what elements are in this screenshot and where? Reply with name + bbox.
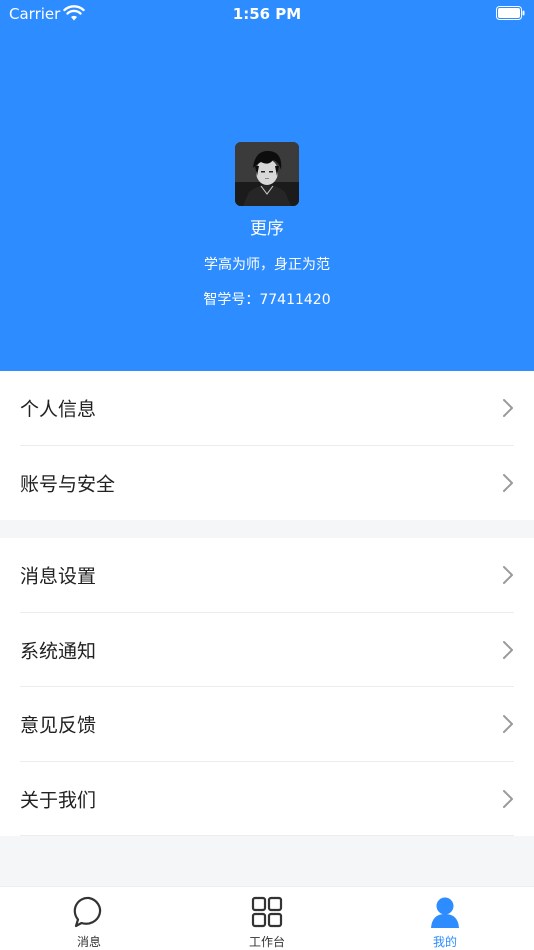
status-bar: Carrier 1:56 PM <box>0 0 534 30</box>
profile-name: 更序 <box>250 219 284 239</box>
menu-item-system-notifications[interactable]: 系统通知 <box>0 613 534 687</box>
divider <box>20 835 514 836</box>
profile-motto: 学高为师，身正为范 <box>204 257 330 273</box>
menu-item-label: 系统通知 <box>20 640 97 663</box>
menu-item-label: 消息设置 <box>20 565 97 588</box>
battery-icon <box>496 6 525 20</box>
chevron-right-icon <box>503 473 513 492</box>
chevron-right-icon <box>503 715 513 734</box>
menu-item-label: 意见反馈 <box>20 714 97 737</box>
menu-item-label: 关于我们 <box>20 789 97 812</box>
tab-label: 我的 <box>432 935 457 949</box>
profile-id: 智学号：77411420 <box>0 289 534 309</box>
profile-header: Carrier 1:56 PM 更序 学高为师，身正为范 智学号：7741142… <box>0 0 534 371</box>
tab-mine[interactable]: 我的 <box>356 887 534 950</box>
tab-bar: 消息 工作台 我的 <box>0 886 534 950</box>
menu-item-feedback[interactable]: 意见反馈 <box>0 687 534 762</box>
user-icon <box>431 897 459 928</box>
chat-bubble-icon <box>73 896 102 928</box>
menu-group-general: 消息设置 系统通知 意见反馈 关于我们 <box>0 538 534 836</box>
grid-icon <box>251 896 283 928</box>
chevron-right-icon <box>503 399 513 418</box>
menu-item-account-security[interactable]: 账号与安全 <box>0 446 534 521</box>
menu-item-about-us[interactable]: 关于我们 <box>0 762 534 836</box>
menu-item-label: 账号与安全 <box>20 473 116 496</box>
chevron-right-icon <box>503 640 513 659</box>
chevron-right-icon <box>503 789 513 808</box>
profile-id-value: 77411420 <box>259 292 331 308</box>
profile-id-label: 智学号： <box>203 292 260 308</box>
avatar-image <box>235 142 299 206</box>
chevron-right-icon <box>503 566 513 585</box>
status-time: 1:56 PM <box>232 5 302 23</box>
tab-label: 消息 <box>76 935 101 949</box>
menu-group-account: 个人信息 账号与安全 <box>0 371 534 520</box>
menu-item-personal-info[interactable]: 个人信息 <box>0 371 534 446</box>
avatar[interactable] <box>235 142 299 206</box>
menu-item-message-settings[interactable]: 消息设置 <box>0 538 534 613</box>
menu-item-label: 个人信息 <box>20 398 97 421</box>
tab-messages[interactable]: 消息 <box>0 887 178 950</box>
tab-label: 工作台 <box>248 935 285 949</box>
tab-workbench[interactable]: 工作台 <box>178 887 356 950</box>
